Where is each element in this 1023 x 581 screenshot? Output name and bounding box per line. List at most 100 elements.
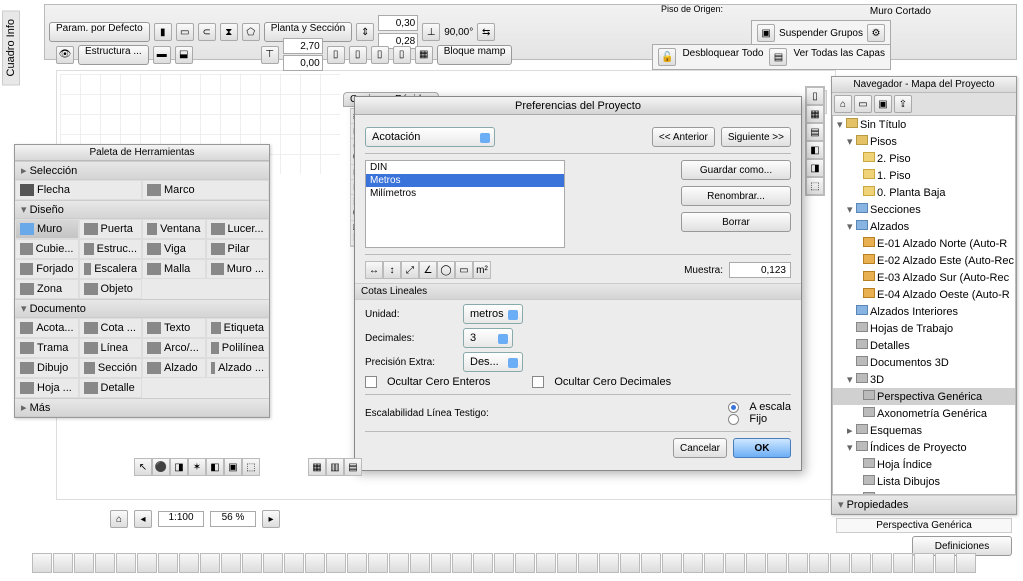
col-b-icon[interactable]: ▯: [349, 46, 367, 64]
tool-line[interactable]: Línea: [79, 338, 143, 358]
bt-23[interactable]: [494, 553, 514, 573]
ft1-6[interactable]: ▣: [224, 458, 242, 476]
tool-level[interactable]: Cota ...: [79, 318, 143, 338]
hide-zero-whole-checkbox[interactable]: [365, 376, 377, 388]
structure-dropdown[interactable]: Estructura ...: [78, 45, 149, 65]
mp-6[interactable]: ⬚: [806, 177, 824, 195]
tool-stair[interactable]: Escalera: [79, 259, 143, 279]
ft2-1[interactable]: ▦: [308, 458, 326, 476]
bt-20[interactable]: [431, 553, 451, 573]
tree-lista-dibujos[interactable]: Lista Dibujos: [833, 473, 1015, 490]
col-c-icon[interactable]: ▯: [371, 46, 389, 64]
bt-27[interactable]: [578, 553, 598, 573]
delete-button[interactable]: Borrar: [681, 212, 791, 232]
bt-print[interactable]: [95, 553, 115, 573]
mp-2[interactable]: ▦: [806, 105, 824, 123]
unit-dropdown[interactable]: metros: [463, 304, 523, 324]
tree-e02[interactable]: E-02 Alzado Este (Auto-Rec: [833, 252, 1015, 269]
nav-tab-pub[interactable]: ⇪: [894, 95, 912, 113]
nav-tab-layout[interactable]: ▣: [874, 95, 892, 113]
height-input-1[interactable]: [283, 38, 323, 54]
dim-opt-1[interactable]: ↔: [365, 261, 383, 279]
dim-opt-4[interactable]: ∠: [419, 261, 437, 279]
tree-hoja-indice[interactable]: Hoja Índice: [833, 456, 1015, 473]
bt-21[interactable]: [452, 553, 472, 573]
tool-fill[interactable]: Trama: [15, 338, 79, 358]
bt-save[interactable]: [74, 553, 94, 573]
bt-13[interactable]: [284, 553, 304, 573]
tree-3d[interactable]: ▾3D: [833, 371, 1015, 388]
suspend-groups-label[interactable]: Suspender Grupos: [779, 28, 863, 39]
bt-41[interactable]: [872, 553, 892, 573]
layers-icon[interactable]: ▤: [769, 48, 787, 66]
zoom-field[interactable]: 56 %: [210, 511, 256, 527]
gear-icon[interactable]: ⚙: [867, 24, 885, 42]
bt-24[interactable]: [515, 553, 535, 573]
mp-5[interactable]: ◨: [806, 159, 824, 177]
bt-26[interactable]: [557, 553, 577, 573]
tool-section[interactable]: Sección: [79, 358, 143, 378]
eye-icon[interactable]: 👁: [56, 46, 74, 64]
nav-prev-icon[interactable]: ◂: [134, 510, 152, 528]
unlock-all-label[interactable]: Desbloquear Todo: [682, 48, 763, 66]
nav-tab-view[interactable]: ▭: [854, 95, 872, 113]
bt-32[interactable]: [683, 553, 703, 573]
dim-opt-6[interactable]: ▭: [455, 261, 473, 279]
section-more[interactable]: ▸ Más: [15, 398, 269, 417]
tool-object[interactable]: Objeto: [79, 279, 143, 299]
bt-15[interactable]: [326, 553, 346, 573]
thickness-input-1[interactable]: [378, 15, 418, 31]
group-icon[interactable]: ▣: [757, 24, 775, 42]
profile-icon[interactable]: ⬓: [175, 46, 193, 64]
tool-zone[interactable]: Zona: [15, 279, 79, 299]
tool-mesh[interactable]: Malla: [142, 259, 206, 279]
tree-story-2[interactable]: 2. Piso: [833, 150, 1015, 167]
material-icon[interactable]: ▦: [415, 46, 433, 64]
tree-worksheets[interactable]: Hojas de Trabajo: [833, 320, 1015, 337]
bt-38[interactable]: [809, 553, 829, 573]
list-item-metros[interactable]: Metros: [366, 174, 564, 187]
rename-button[interactable]: Renombrar...: [681, 186, 791, 206]
standards-listbox[interactable]: DIN Metros Milímetros: [365, 160, 565, 248]
col-a-icon[interactable]: ▯: [327, 46, 345, 64]
bt-11[interactable]: [242, 553, 262, 573]
bt-31[interactable]: [662, 553, 682, 573]
nav-tab-map[interactable]: ⌂: [834, 95, 852, 113]
list-item-din[interactable]: DIN: [366, 161, 564, 174]
show-all-layers-label[interactable]: Ver Todas las Capas: [793, 48, 885, 66]
mp-3[interactable]: ▤: [806, 123, 824, 141]
tool-column[interactable]: Pilar: [206, 239, 270, 259]
tree-story-1[interactable]: 1. Piso: [833, 167, 1015, 184]
nav-next-icon[interactable]: ▸: [262, 510, 280, 528]
dim-opt-3[interactable]: ⤢: [401, 261, 419, 279]
bt-35[interactable]: [746, 553, 766, 573]
bt-33[interactable]: [704, 553, 724, 573]
sample-input[interactable]: [729, 262, 791, 278]
tool-arc[interactable]: Arco/...: [142, 338, 206, 358]
bt-redo[interactable]: [137, 553, 157, 573]
slab-icon[interactable]: ▬: [153, 46, 171, 64]
cancel-button[interactable]: Cancelar: [673, 438, 727, 458]
bt-43[interactable]: [914, 553, 934, 573]
bt-10[interactable]: [221, 553, 241, 573]
tool-arrow[interactable]: Flecha: [15, 180, 142, 200]
bt-14[interactable]: [305, 553, 325, 573]
tool-drawing[interactable]: Dibujo: [15, 358, 79, 378]
tool-int-elevation[interactable]: Alzado ...: [206, 358, 270, 378]
tree-e03[interactable]: E-03 Alzado Sur (Auto-Rec: [833, 269, 1015, 286]
tree-indexes[interactable]: ▾Índices de Proyecto: [833, 439, 1015, 456]
ft1-3[interactable]: ◨: [170, 458, 188, 476]
nav-home-icon[interactable]: ⌂: [110, 510, 128, 528]
tool-beam[interactable]: Viga: [142, 239, 206, 259]
tool-worksheet[interactable]: Hoja ...: [15, 378, 79, 398]
ft2-2[interactable]: ▥: [326, 458, 344, 476]
tree-details[interactable]: Detalles: [833, 337, 1015, 354]
bt-fit[interactable]: [389, 553, 409, 573]
ft1-2[interactable]: ⚫: [152, 458, 170, 476]
tool-skylight[interactable]: Lucer...: [206, 219, 270, 239]
prev-button[interactable]: << Anterior: [652, 127, 715, 147]
bt-22[interactable]: [473, 553, 493, 573]
radio-scale[interactable]: [728, 402, 739, 413]
bt-undo[interactable]: [116, 553, 136, 573]
bt-29[interactable]: [620, 553, 640, 573]
